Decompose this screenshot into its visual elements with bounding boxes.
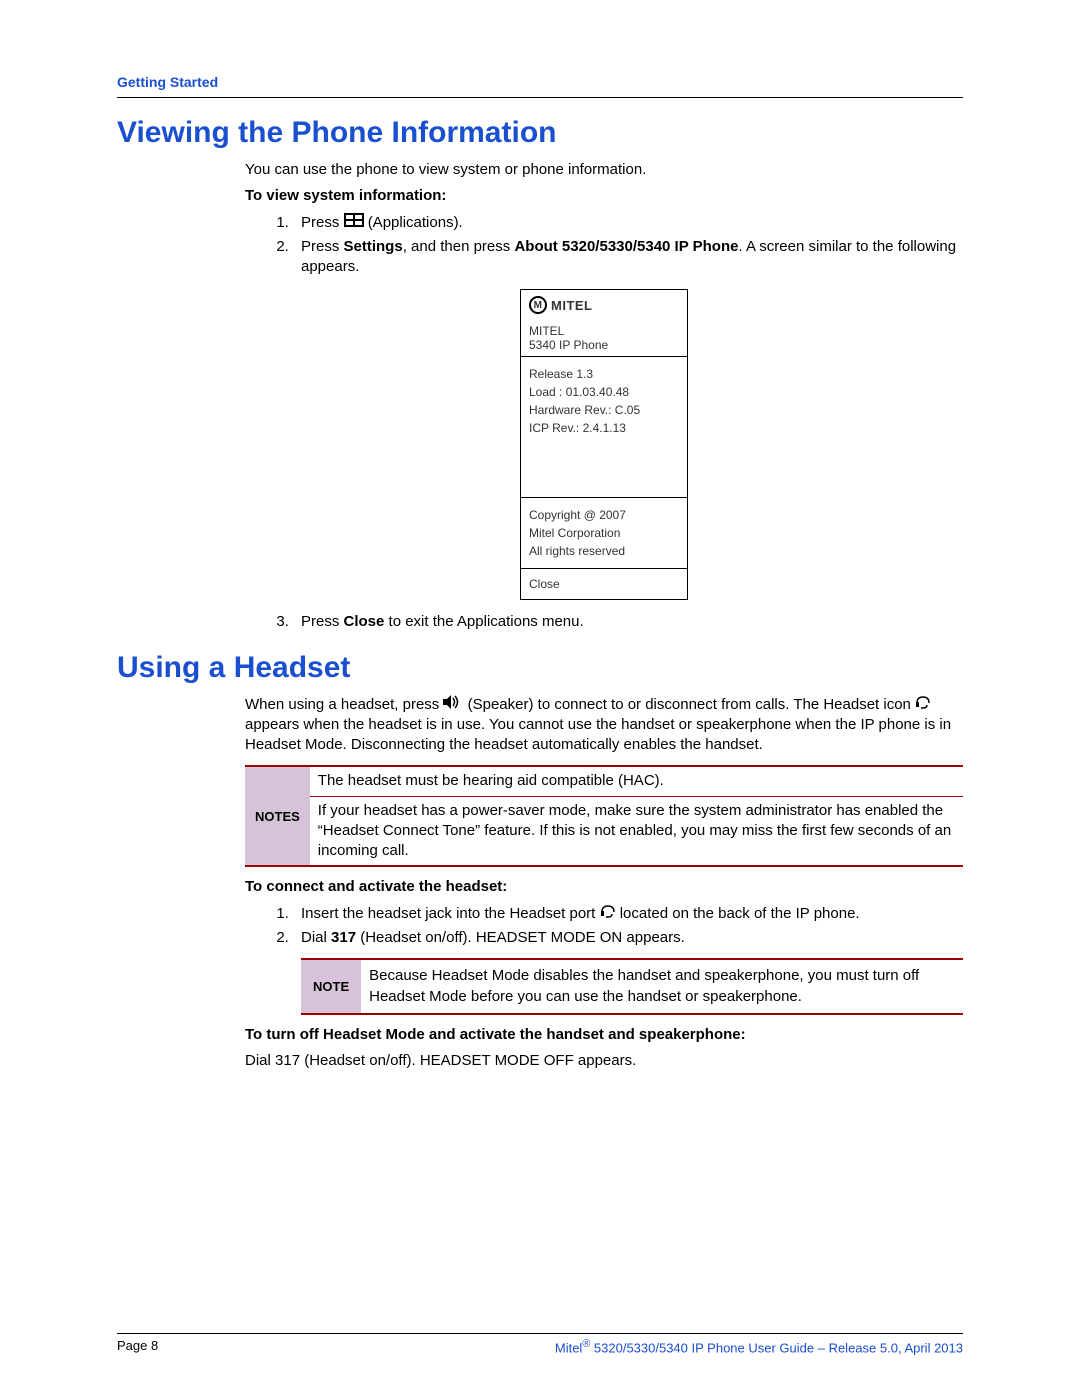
text: 5320/5330/5340 IP Phone User Guide – Rel… bbox=[590, 1340, 963, 1355]
release-line: Release 1.3 bbox=[529, 365, 679, 383]
footer-row: Page 8 Mitel® 5320/5330/5340 IP Phone Us… bbox=[117, 1338, 963, 1355]
load-line: Load : 01.03.40.48 bbox=[529, 383, 679, 401]
turn-off-paragraph: Dial 317 (Headset on/off). HEADSET MODE … bbox=[245, 1051, 963, 1071]
page-footer: Page 8 Mitel® 5320/5330/5340 IP Phone Us… bbox=[117, 1333, 963, 1355]
steps-connect-headset: Insert the headset jack into the Headset… bbox=[245, 904, 963, 949]
header-rule bbox=[117, 97, 963, 98]
note-label: NOTE bbox=[301, 960, 361, 1013]
text: Insert the headset jack into the Headset… bbox=[301, 905, 600, 922]
text: Press bbox=[301, 613, 344, 630]
text: appears when the headset is in use. You … bbox=[245, 716, 951, 753]
text: Press bbox=[301, 214, 344, 231]
hw-rev-line: Hardware Rev.: C.05 bbox=[529, 401, 679, 419]
text: Press bbox=[301, 238, 344, 255]
text: MITEL bbox=[551, 298, 593, 313]
headset-paragraph: When using a headset, press (Speaker) to… bbox=[245, 695, 963, 756]
applications-icon bbox=[344, 213, 364, 233]
heading-viewing-phone-info: Viewing the Phone Information bbox=[117, 116, 963, 150]
text: (Headset on/off). HEADSET MODE ON appear… bbox=[356, 929, 685, 946]
step-b2: Dial 317 (Headset on/off). HEADSET MODE … bbox=[293, 928, 963, 948]
text: , and then press bbox=[403, 238, 515, 255]
phone-model-line2: 5340 IP Phone bbox=[529, 338, 679, 352]
text: When using a headset, press bbox=[245, 696, 443, 713]
text: Settings bbox=[344, 238, 403, 255]
phone-model-line1: MITEL bbox=[529, 324, 679, 338]
step-3: Press Close to exit the Applications men… bbox=[293, 612, 963, 632]
subheading-connect-headset: To connect and activate the headset: bbox=[245, 877, 963, 897]
headset-icon bbox=[915, 695, 931, 715]
page-header: Getting Started bbox=[117, 74, 963, 98]
corp-line: Mitel Corporation bbox=[529, 524, 679, 542]
phone-screen-versions: Release 1.3 Load : 01.03.40.48 Hardware … bbox=[521, 357, 687, 498]
phone-about-screen: M MITEL MITEL 5340 IP Phone Release 1.3 … bbox=[520, 289, 688, 600]
close-label: Close bbox=[529, 577, 560, 591]
footer-doc-title: Mitel® 5320/5330/5340 IP Phone User Guid… bbox=[555, 1338, 963, 1355]
mitel-logo: M MITEL bbox=[529, 296, 679, 314]
note-content: Because Headset Mode disables the handse… bbox=[361, 960, 963, 1013]
mitel-logo-icon: M bbox=[529, 296, 547, 314]
text: (Applications). bbox=[368, 214, 463, 231]
text: About 5320/5330/5340 IP Phone bbox=[514, 238, 738, 255]
text: to exit the Applications menu. bbox=[384, 613, 583, 630]
notes-label: NOTES bbox=[245, 767, 310, 865]
steps-view-system-info: Press (Applications). Press Settings, an… bbox=[245, 213, 963, 278]
notes-content: The headset must be hearing aid compatib… bbox=[310, 767, 963, 865]
section-label: Getting Started bbox=[117, 74, 218, 90]
phone-screen-close: Close bbox=[521, 569, 687, 599]
section-body-b: When using a headset, press (Speaker) to… bbox=[245, 695, 963, 1072]
text: Dial bbox=[301, 929, 331, 946]
page-number: Page 8 bbox=[117, 1338, 158, 1355]
text: (Speaker) to connect to or disconnect fr… bbox=[468, 696, 915, 713]
section-body-a: You can use the phone to view system or … bbox=[245, 160, 963, 633]
note-box: NOTE Because Headset Mode disables the h… bbox=[301, 958, 963, 1015]
step-2: Press Settings, and then press About 532… bbox=[293, 237, 963, 278]
text: Close bbox=[344, 613, 385, 630]
intro-paragraph: You can use the phone to view system or … bbox=[245, 160, 963, 180]
speaker-icon bbox=[443, 695, 463, 715]
step-b1: Insert the headset jack into the Headset… bbox=[293, 904, 963, 924]
rights-line: All rights reserved bbox=[529, 542, 679, 560]
heading-using-headset: Using a Headset bbox=[117, 651, 963, 685]
text: located on the back of the IP phone. bbox=[620, 905, 860, 922]
copyright-line: Copyright @ 2007 bbox=[529, 506, 679, 524]
icp-rev-line: ICP Rev.: 2.4.1.13 bbox=[529, 419, 679, 437]
phone-screen-copyright: Copyright @ 2007 Mitel Corporation All r… bbox=[521, 498, 687, 569]
subheading-view-system-info: To view system information: bbox=[245, 186, 963, 206]
document-page: Getting Started Viewing the Phone Inform… bbox=[0, 0, 1080, 1397]
phone-screen-header: M MITEL MITEL 5340 IP Phone bbox=[521, 290, 687, 357]
step-1: Press (Applications). bbox=[293, 213, 963, 233]
text: 317 bbox=[331, 929, 356, 946]
notes-row-2: If your headset has a power-saver mode, … bbox=[310, 796, 963, 866]
notes-box: NOTES The headset must be hearing aid co… bbox=[245, 765, 963, 867]
headset-port-icon bbox=[600, 904, 616, 924]
footer-rule bbox=[117, 1333, 963, 1334]
subheading-turn-off-headset: To turn off Headset Mode and activate th… bbox=[245, 1025, 963, 1045]
steps-view-system-info-cont: Press Close to exit the Applications men… bbox=[245, 612, 963, 632]
text: Mitel bbox=[555, 1340, 582, 1355]
notes-row-1: The headset must be hearing aid compatib… bbox=[310, 767, 963, 795]
